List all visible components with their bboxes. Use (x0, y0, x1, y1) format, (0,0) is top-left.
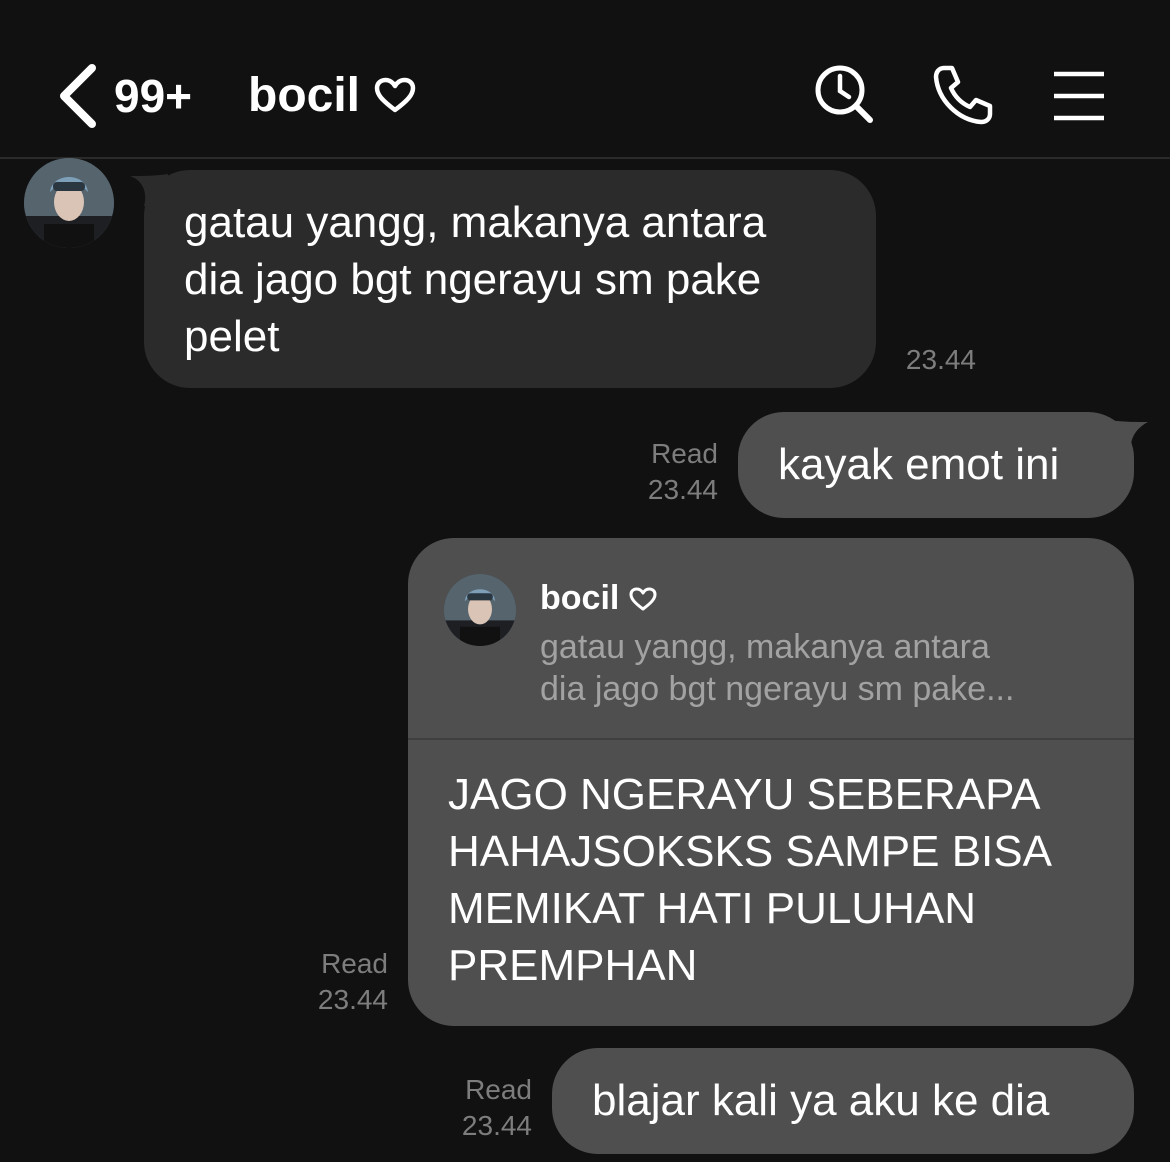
chat-title[interactable]: bocil (248, 68, 416, 124)
header-divider (0, 157, 1170, 159)
chat-name: bocil (248, 69, 361, 122)
quoted-sender-name: bocil (540, 576, 657, 620)
quoted-message[interactable]: bocil gatau yangg, makanya antara dia ja… (408, 538, 1134, 740)
message-time: 23.44 (317, 984, 388, 1015)
message-text: kayak emot ini (778, 440, 1060, 489)
read-status: Read (651, 438, 718, 469)
quoted-snippet-line: gatau yangg, makanya antara (540, 628, 990, 666)
message-bubble-outgoing[interactable]: kayak emot ini (738, 412, 1134, 518)
quoted-snippet-line: dia jago bgt ngerayu sm pake... (540, 670, 1015, 708)
chat-header: 99+ bocil (0, 0, 1170, 158)
back-chevron-icon[interactable] (56, 62, 100, 130)
read-status: Read (465, 1074, 532, 1105)
message-time: 23.44 (461, 1110, 532, 1141)
avatar-photo (444, 574, 516, 646)
contact-avatar[interactable] (24, 158, 114, 248)
quoted-snippet: gatau yangg, makanya antara dia jago bgt… (540, 626, 1100, 710)
phone-icon[interactable] (930, 62, 994, 126)
message-bubble-incoming[interactable]: gatau yangg, makanya antara dia jago bgt… (144, 170, 876, 388)
unread-count-badge[interactable]: 99+ (114, 68, 192, 124)
heart-outline-icon (374, 77, 416, 113)
message-meta: Read 23.44 (414, 1072, 532, 1144)
message-text: blajar kali ya aku ke dia (592, 1076, 1050, 1125)
message-meta: Read 23.44 (600, 436, 718, 508)
message-time: 23.44 (647, 474, 718, 505)
read-status: Read (321, 948, 388, 979)
quoted-avatar (444, 574, 516, 646)
menu-icon[interactable] (1048, 62, 1112, 126)
outgoing-bubble-tail (1108, 420, 1148, 454)
quoted-sender-label: bocil (540, 579, 620, 617)
avatar-photo (24, 158, 114, 248)
message-meta: Read 23.44 (270, 946, 388, 1018)
message-text: gatau yangg, makanya antara dia jago bgt… (184, 198, 767, 361)
message-time: 23.44 (905, 344, 976, 375)
search-icon[interactable] (812, 62, 876, 126)
reply-message-bubble[interactable]: bocil gatau yangg, makanya antara dia ja… (408, 538, 1134, 1026)
message-bubble-outgoing[interactable]: blajar kali ya aku ke dia (552, 1048, 1134, 1154)
message-text: JAGO NGERAYU SEBERAPA HAHAJSOKSKS SAMPE … (448, 770, 1052, 990)
message-meta: 23.44 (876, 342, 976, 378)
heart-outline-icon (629, 587, 657, 611)
